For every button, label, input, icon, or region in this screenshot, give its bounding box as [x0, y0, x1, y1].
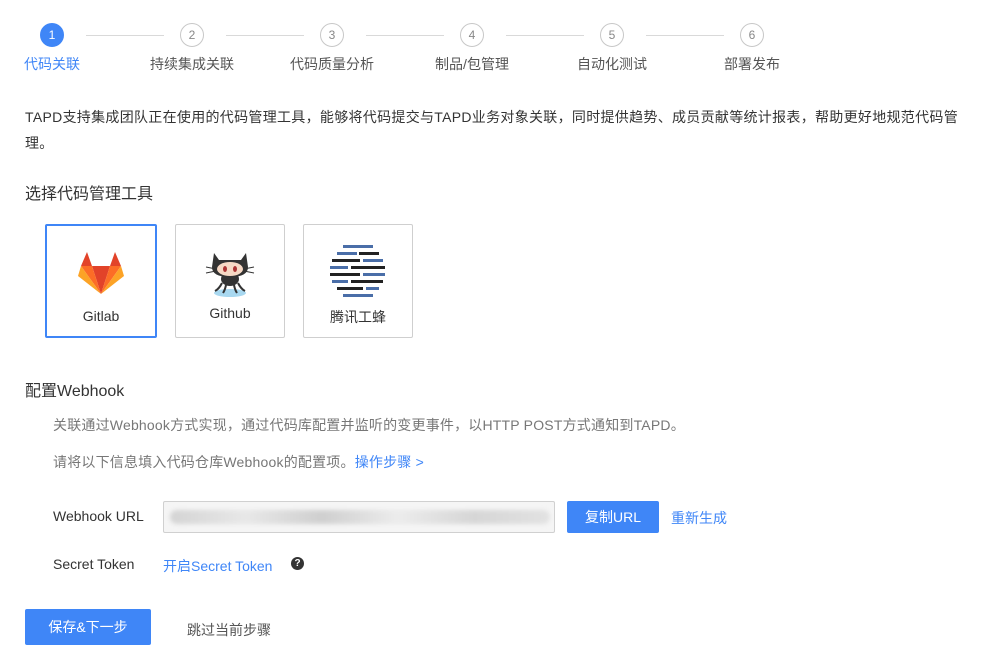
step-6-indicator[interactable]: 6 — [740, 23, 764, 47]
step-5-label[interactable]: 自动化测试 — [577, 54, 647, 74]
webhook-url-label: Webhook URL — [53, 508, 144, 524]
skip-step-link[interactable]: 跳过当前步骤 — [187, 620, 271, 640]
webhook-section-title: 配置Webhook — [25, 383, 125, 400]
enable-secret-token-link[interactable]: 开启Secret Token — [163, 556, 272, 576]
step-2-label[interactable]: 持续集成关联 — [150, 54, 234, 74]
webhook-url-field[interactable] — [163, 501, 555, 533]
tool-name-github: Github — [209, 305, 251, 321]
step-1-label[interactable]: 代码关联 — [24, 54, 80, 74]
operation-steps-link[interactable]: 操作步骤 > — [355, 454, 424, 470]
step-3-label[interactable]: 代码质量分析 — [290, 54, 374, 74]
webhook-description: 关联通过Webhook方式实现，通过代码库配置并监听的变更事件，以HTTP PO… — [53, 417, 685, 433]
webhook-instructions-text: 请将以下信息填入代码仓库Webhook的配置项。 — [53, 454, 355, 470]
intro-text: TAPD支持集成团队正在使用的代码管理工具，能够将代码提交与TAPD业务对象关联… — [25, 109, 958, 151]
step-connector — [506, 35, 584, 36]
step-4-indicator[interactable]: 4 — [460, 23, 484, 47]
webhook-instructions: 请将以下信息填入代码仓库Webhook的配置项。操作步骤 > — [53, 452, 424, 472]
github-octocat-icon — [205, 253, 255, 297]
step-connector — [366, 35, 444, 36]
tool-card-tencent-gongfeng[interactable]: 腾讯工蜂 — [303, 224, 413, 338]
setup-stepper: 1 2 3 4 5 6 代码关联 持续集成关联 代码质量分析 制品/包管理 自动… — [0, 0, 994, 80]
step-5-indicator[interactable]: 5 — [600, 23, 624, 47]
tool-card-gitlab[interactable]: Gitlab — [45, 224, 157, 338]
save-and-next-button[interactable]: 保存&下一步 — [25, 609, 151, 645]
tool-name-gitlab: Gitlab — [82, 308, 120, 324]
step-1-indicator[interactable]: 1 — [40, 23, 64, 47]
tools-section-title: 选择代码管理工具 — [25, 186, 154, 203]
step-6-label[interactable]: 部署发布 — [724, 54, 780, 74]
copy-url-button[interactable]: 复制URL — [567, 501, 659, 533]
step-connector — [226, 35, 304, 36]
gitlab-logo-icon — [78, 252, 124, 294]
help-icon[interactable]: ? — [291, 557, 304, 570]
regenerate-link[interactable]: 重新生成 — [671, 508, 727, 528]
tool-card-github[interactable]: Github — [175, 224, 285, 338]
redacted-url-value — [170, 510, 550, 524]
step-2-indicator[interactable]: 2 — [180, 23, 204, 47]
step-connector — [86, 35, 164, 36]
step-4-label[interactable]: 制品/包管理 — [435, 54, 509, 74]
step-connector — [646, 35, 724, 36]
secret-token-label: Secret Token — [53, 556, 135, 572]
step-3-indicator[interactable]: 3 — [320, 23, 344, 47]
tool-name-tencent-gongfeng: 腾讯工蜂 — [330, 309, 386, 325]
tencent-gongfeng-logo-icon — [330, 245, 385, 297]
